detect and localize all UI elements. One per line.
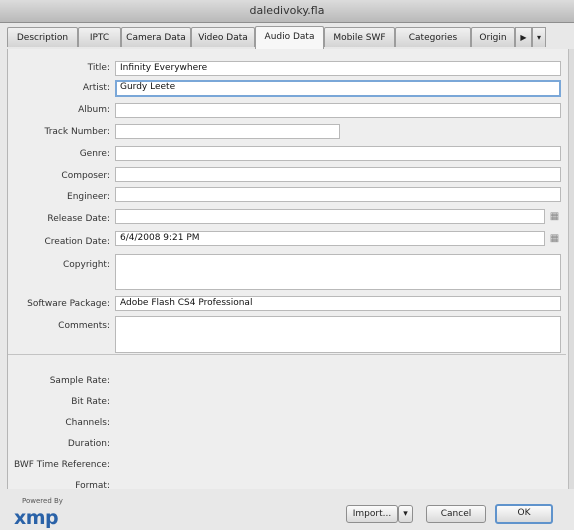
genre-label: Genre: xyxy=(79,149,110,159)
xmp-logo: xmp xyxy=(14,507,59,529)
channels-label: Channels: xyxy=(65,418,110,428)
release-date-field[interactable] xyxy=(115,209,545,224)
chevron-right-icon: ▶ xyxy=(520,33,527,42)
tab-video-data[interactable]: Video Data xyxy=(191,27,255,47)
composer-label: Composer: xyxy=(61,171,110,181)
tab-mobile-swf[interactable]: Mobile SWF xyxy=(324,27,395,47)
import-button[interactable]: Import... xyxy=(346,505,398,523)
title-field[interactable]: Infinity Everywhere xyxy=(115,61,561,76)
window-title: daledivoky.fla xyxy=(249,4,325,17)
artist-label: Artist: xyxy=(82,83,110,93)
creation-date-field[interactable]: 6/4/2008 9:21 PM xyxy=(115,231,545,246)
tab-description[interactable]: Description xyxy=(7,27,78,47)
copyright-label: Copyright: xyxy=(62,260,110,270)
album-label: Album: xyxy=(78,105,110,115)
release-date-label: Release Date: xyxy=(47,214,110,224)
title-label: Title: xyxy=(87,63,110,73)
track-number-label: Track Number: xyxy=(44,127,110,137)
engineer-field[interactable] xyxy=(115,187,561,202)
comments-field[interactable] xyxy=(115,316,561,353)
duration-label: Duration: xyxy=(67,439,110,449)
tab-overflow-button[interactable]: ▾ xyxy=(532,27,546,47)
engineer-label: Engineer: xyxy=(67,192,110,202)
copyright-field[interactable] xyxy=(115,254,561,290)
chevron-down-icon: ▾ xyxy=(536,33,541,42)
cancel-button[interactable]: Cancel xyxy=(426,505,486,523)
chevron-down-icon: ▾ xyxy=(403,509,408,519)
ok-button[interactable]: OK xyxy=(495,504,553,524)
calendar-icon[interactable]: ▦ xyxy=(549,211,560,222)
track-number-field[interactable] xyxy=(115,124,340,139)
calendar-icon[interactable]: ▦ xyxy=(549,233,560,244)
software-package-field[interactable]: Adobe Flash CS4 Professional xyxy=(115,296,561,311)
artist-field[interactable]: Gurdy Leete xyxy=(115,80,561,97)
creation-date-label: Creation Date: xyxy=(44,237,110,247)
dialog-footer xyxy=(0,489,574,530)
bit-rate-label: Bit Rate: xyxy=(71,397,110,407)
tab-bar: Description IPTC Camera Data Video Data … xyxy=(7,26,574,50)
powered-by-text: Powered By xyxy=(22,497,63,505)
tab-categories[interactable]: Categories xyxy=(395,27,471,47)
tab-audio-data[interactable]: Audio Data xyxy=(255,26,324,49)
panel-scrollbar[interactable] xyxy=(568,49,574,489)
composer-field[interactable] xyxy=(115,167,561,182)
tab-camera-data[interactable]: Camera Data xyxy=(121,27,191,47)
comments-label: Comments: xyxy=(58,321,110,331)
tab-scroll-right-button[interactable]: ▶ xyxy=(515,27,532,47)
window-titlebar[interactable]: daledivoky.fla xyxy=(0,0,574,23)
sample-rate-label: Sample Rate: xyxy=(49,376,110,386)
import-dropdown-button[interactable]: ▾ xyxy=(398,505,413,523)
tab-origin[interactable]: Origin xyxy=(471,27,515,47)
tab-iptc[interactable]: IPTC xyxy=(78,27,121,47)
genre-field[interactable] xyxy=(115,146,561,161)
bwf-time-reference-label: BWF Time Reference: xyxy=(13,460,110,470)
software-package-label: Software Package: xyxy=(27,299,110,309)
section-divider xyxy=(8,354,566,355)
album-field[interactable] xyxy=(115,103,561,118)
